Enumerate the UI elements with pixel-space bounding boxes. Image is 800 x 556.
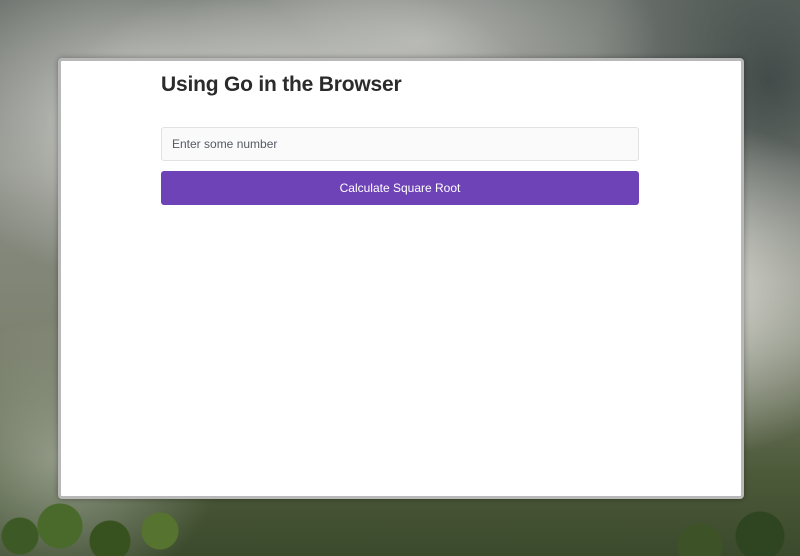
number-input[interactable] — [161, 127, 639, 161]
main-content: Using Go in the Browser Calculate Square… — [161, 61, 639, 205]
app-window: Using Go in the Browser Calculate Square… — [58, 58, 744, 499]
calculate-square-root-button[interactable]: Calculate Square Root — [161, 171, 639, 205]
page-title: Using Go in the Browser — [161, 73, 402, 96]
